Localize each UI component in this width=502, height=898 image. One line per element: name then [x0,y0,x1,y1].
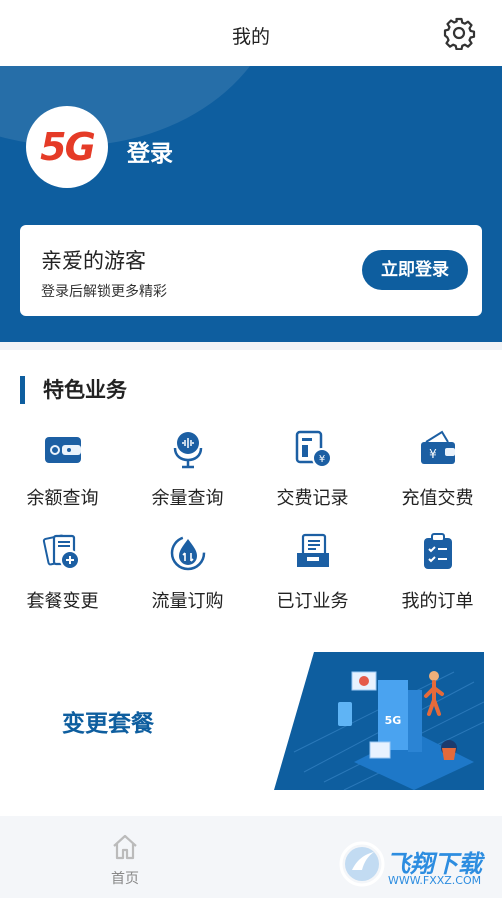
clipboard-icon [423,533,452,569]
subscription-icon [296,533,329,567]
section-title: 特色业务 [20,376,127,404]
service-my-orders[interactable]: 我的订单 [375,531,500,621]
promo-banner[interactable]: 变更套餐 5G [0,634,502,816]
guest-card: 亲爱的游客 登录后解锁更多精彩 立即登录 [20,225,482,316]
service-data-order[interactable]: 流量订购 [125,531,250,621]
service-payment-records[interactable]: ¥ 交费记录 [250,428,375,518]
guest-subtitle: 登录后解锁更多精彩 [41,284,167,300]
yuan-wallet-icon: ¥ [420,430,455,464]
service-package-change[interactable]: 套餐变更 [0,531,125,621]
service-label: 交费记录 [276,488,349,509]
featured-services: 特色业务 余额查询 余量查询 ¥ 交费记录 ¥ 充值交费 套餐变更 流量订购 已… [0,350,502,634]
banner-title: 变更套餐 [62,711,154,737]
bottom-tab-bar: 首页 飞翔下载 WWW.FXXZ.COM [0,816,502,898]
tab-home[interactable]: 首页 [95,832,155,888]
service-subscribed[interactable]: 已订业务 [250,531,375,621]
service-label: 余量查询 [151,488,224,509]
service-label: 我的订单 [401,591,474,612]
banner-5g-text: 5G [385,714,402,727]
gear-icon[interactable] [442,16,476,50]
tab-home-label: 首页 [111,871,139,887]
service-recharge[interactable]: ¥ 充值交费 [375,428,500,518]
svg-text:¥: ¥ [318,454,324,465]
service-label: 已订业务 [276,591,349,612]
svg-text:¥: ¥ [429,447,437,461]
service-balance-query[interactable]: 余额查询 [0,428,125,518]
service-label: 充值交费 [401,488,474,509]
service-label: 流量订购 [151,591,224,612]
home-icon [113,834,137,860]
watermark-url: WWW.FXXZ.COM [388,874,482,887]
service-label: 套餐变更 [26,591,99,612]
avatar-logo: 5G [40,125,96,169]
watermark: 飞翔下载 WWW.FXXZ.COM [336,836,496,892]
data-drop-icon [170,535,205,571]
wallet-icon [44,437,81,463]
package-icon [42,534,80,570]
avatar[interactable]: 5G [26,106,108,188]
guest-greeting: 亲爱的游客 [41,249,146,273]
service-label: 余额查询 [26,488,99,509]
page-title: 我的 [231,26,270,48]
profile-header: 5G 登录 亲爱的游客 登录后解锁更多精彩 立即登录 [0,66,502,342]
watermark-logo [339,841,385,887]
login-link[interactable]: 登录 [127,134,173,168]
top-bar: 我的 [0,0,502,66]
bill-icon: ¥ [295,430,332,468]
service-remaining-query[interactable]: 余量查询 [125,428,250,518]
microphone-icon [173,432,202,469]
banner-illustration: 5G [274,652,484,790]
login-now-button[interactable]: 立即登录 [362,250,468,290]
